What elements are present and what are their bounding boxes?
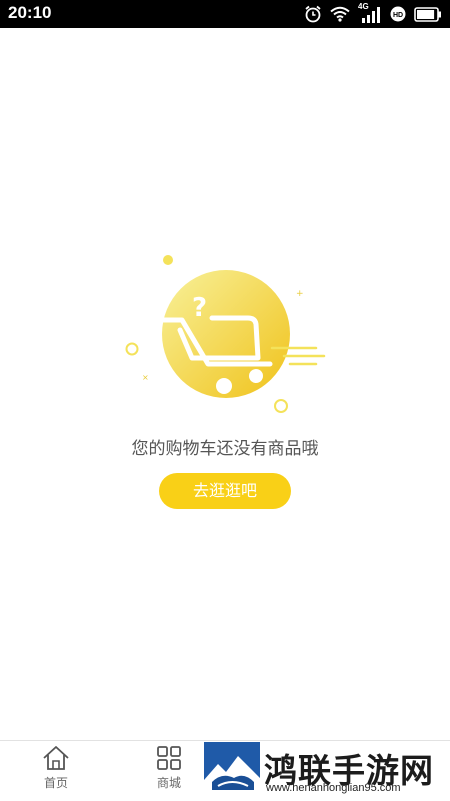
wifi-icon: [330, 6, 350, 22]
svg-text:HD: HD: [393, 12, 403, 19]
hd-icon: HD: [390, 6, 406, 22]
watermark-url: www.henanhonglian95.com: [266, 782, 401, 794]
svg-text:×: ×: [142, 373, 149, 382]
site-watermark: 鸿联手游网 www.henanhonglian95.com: [204, 742, 450, 798]
alarm-icon: [304, 5, 322, 23]
grid-icon: [139, 745, 199, 771]
go-shopping-button[interactable]: 去逛逛吧: [159, 473, 291, 509]
tab-mall[interactable]: 商城: [139, 745, 199, 797]
status-icons: 4G HD: [304, 2, 442, 24]
home-icon: [26, 745, 86, 771]
svg-text:?: ?: [192, 293, 207, 323]
tab-home[interactable]: 首页: [26, 745, 86, 797]
tab-home-label: 首页: [43, 776, 68, 790]
empty-cart-message: 您的购物车还没有商品哦: [131, 439, 319, 459]
status-time: 20:10: [8, 3, 52, 22]
battery-icon: [414, 6, 442, 22]
svg-text:+: +: [296, 289, 304, 299]
cellular-signal-icon: 4G: [358, 2, 382, 24]
tab-mall-label: 商城: [156, 776, 181, 790]
status-bar: 20:10 4G HD: [0, 0, 450, 28]
watermark-logo: [204, 742, 260, 796]
shopping-cart-question-icon: × + ?: [120, 250, 330, 420]
